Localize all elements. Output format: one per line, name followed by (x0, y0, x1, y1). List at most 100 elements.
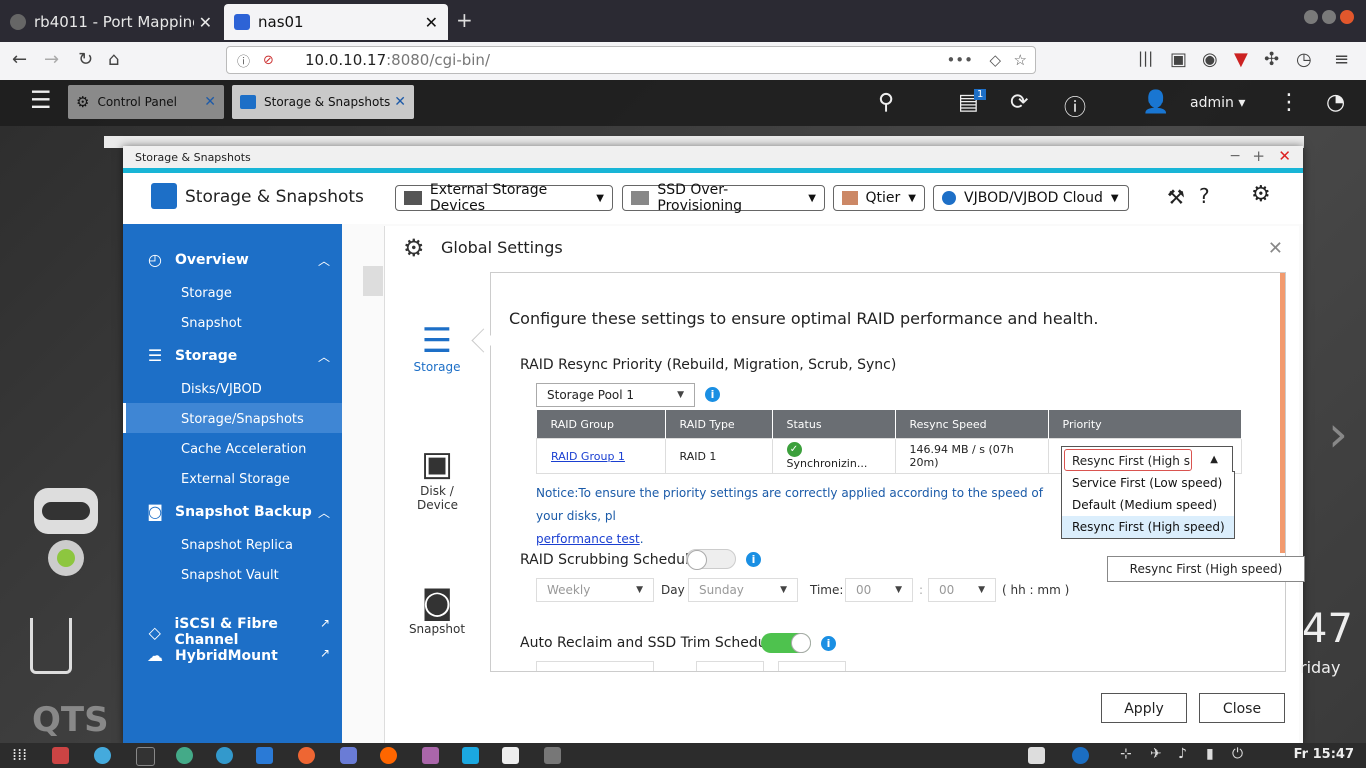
close-icon[interactable]: ✕ (1278, 147, 1291, 165)
scrubbing-toggle[interactable] (686, 549, 736, 570)
qtier-button[interactable]: Qtier ▼ (833, 185, 925, 211)
browser-tab-rb4011[interactable]: rb4011 - Port Mapping a ✕ (0, 4, 222, 40)
close-icon[interactable]: ✕ (199, 13, 212, 32)
extension-timer-icon[interactable]: ◷ (1296, 49, 1312, 70)
close-icon[interactable]: ✕ (204, 94, 216, 110)
chevron-right-icon[interactable]: › (1328, 405, 1348, 463)
sidebar-item-storage[interactable]: Storage (181, 286, 232, 301)
priority-option-medium[interactable]: Default (Medium speed) (1062, 494, 1234, 516)
scrub-frequency-select[interactable]: Weekly ▼ (536, 578, 654, 602)
search-icon[interactable]: ⚲ (878, 90, 894, 115)
vscode-icon[interactable] (256, 747, 273, 764)
sidebar-item-storage-snapshots[interactable]: Storage/Snapshots (181, 412, 304, 427)
minimize-icon[interactable]: − (1229, 148, 1241, 164)
trim-toggle[interactable] (761, 633, 811, 653)
sidebar-item-vault[interactable]: Snapshot Vault (181, 568, 279, 583)
page-actions-icon[interactable]: ••• (946, 51, 973, 69)
qts-tab-control-panel[interactable]: ⚙ Control Panel ✕ (68, 85, 224, 119)
info-icon[interactable]: i (746, 552, 761, 567)
bookmark-star-icon[interactable]: ☆ (1014, 51, 1027, 69)
forward-icon[interactable]: → (44, 49, 59, 70)
taskbar-app-icon[interactable] (422, 747, 439, 764)
info-icon[interactable]: ⓘ (1064, 90, 1086, 122)
taskbar-app-icon[interactable] (216, 747, 233, 764)
new-tab-icon[interactable]: + (456, 8, 473, 32)
chevron-up-icon[interactable]: ︿ (318, 348, 330, 365)
priority-option-high[interactable]: Resync First (High speed) (1062, 516, 1234, 538)
user-icon[interactable]: 👤 (1142, 90, 1169, 115)
back-icon[interactable]: ← (12, 49, 27, 70)
raid-group-link[interactable]: RAID Group 1 (536, 438, 666, 474)
menu-icon[interactable]: ≡ (1334, 49, 1349, 70)
extension-icon[interactable]: ✣ (1264, 49, 1279, 70)
trim-frequency-select[interactable] (536, 661, 654, 671)
sidebar-icon[interactable]: ▣ (1170, 49, 1187, 70)
sidebar-item-snapshot[interactable]: Snapshot (181, 316, 242, 331)
scrub-day-select[interactable]: Sunday ▼ (688, 578, 798, 602)
priority-option-low[interactable]: Service First (Low speed) (1062, 472, 1234, 494)
storage-pool-select[interactable]: Storage Pool 1 ▼ (536, 383, 695, 407)
text-editor-icon[interactable] (502, 747, 519, 764)
more-options-icon[interactable]: ⋮ (1278, 90, 1300, 115)
diagnostic-icon[interactable]: ⚒ (1167, 185, 1185, 209)
dialog-nav-storage[interactable]: ☰ Storage (405, 322, 469, 374)
sidebar-hybridmount[interactable]: ☁ HybridMount (145, 646, 278, 665)
sidebar-item-cache[interactable]: Cache Acceleration (181, 442, 306, 457)
account-icon[interactable]: ◉ (1202, 49, 1218, 70)
firefox-icon[interactable] (380, 747, 397, 764)
taskbar-app-icon[interactable] (52, 747, 69, 764)
maximize-window-icon[interactable] (1322, 10, 1336, 24)
apply-button[interactable]: Apply (1101, 693, 1187, 723)
info-icon[interactable]: ⓘ (237, 51, 250, 70)
skype-icon[interactable] (462, 747, 479, 764)
info-icon[interactable]: i (705, 387, 720, 402)
sidebar-storage[interactable]: ☰ Storage (145, 346, 237, 365)
user-menu[interactable]: admin ▾ (1190, 95, 1245, 111)
scrollbar[interactable] (1280, 273, 1285, 553)
info-icon[interactable]: i (821, 636, 836, 651)
extension-vivaldi-icon[interactable]: ▼ (1234, 49, 1248, 70)
dialog-nav-snapshot[interactable]: ◙ Snapshot (405, 582, 469, 636)
shield-icon[interactable] (1028, 747, 1045, 764)
taskbar-app-icon[interactable] (298, 747, 315, 764)
performance-test-link[interactable]: performance test (536, 532, 640, 546)
close-icon[interactable]: ✕ (425, 13, 438, 32)
scrub-hour-select[interactable]: 00 ▼ (845, 578, 913, 602)
pocket-icon[interactable]: ◇ (989, 51, 1001, 69)
sidebar-item-external[interactable]: External Storage (181, 472, 290, 487)
maximize-icon[interactable]: + (1252, 147, 1265, 165)
settings-gear-icon[interactable]: ⚙ (1251, 182, 1271, 207)
taskbar-app-icon[interactable] (94, 747, 111, 764)
chrome-icon[interactable] (176, 747, 193, 764)
external-device-icon[interactable]: ⟳ (1010, 90, 1028, 115)
external-link-icon[interactable]: ↗ (320, 646, 330, 660)
library-icon[interactable]: ||| (1138, 49, 1153, 67)
sidebar-item-disks[interactable]: Disks/VJBOD (181, 382, 262, 397)
network-icon[interactable]: ⊹ (1120, 746, 1132, 762)
chevron-up-icon[interactable]: ︿ (318, 252, 330, 269)
dialog-nav-disk-device[interactable]: ▣ Disk / Device (405, 444, 469, 512)
discord-icon[interactable] (340, 747, 357, 764)
scrub-minute-select[interactable]: 00 ▼ (928, 578, 996, 602)
qts-assistant-robot-icon[interactable] (26, 488, 106, 584)
trash-icon[interactable] (30, 618, 72, 674)
battery-icon[interactable]: ▮ (1206, 746, 1214, 762)
trim-hour-select[interactable] (696, 661, 764, 671)
priority-select[interactable]: Resync First (High speed) ▲ (1061, 446, 1233, 472)
url-bar[interactable]: ⓘ ⊘ 10.0.10.17:8080/cgi-bin/ ••• ◇ ☆ (226, 46, 1036, 74)
minimize-window-icon[interactable] (1304, 10, 1318, 24)
sidebar-overview[interactable]: ◴ Overview (145, 250, 249, 269)
sidebar-iscsi[interactable]: ◇ iSCSI & Fibre Channel (145, 616, 342, 648)
home-icon[interactable]: ⌂ (108, 49, 119, 70)
chevron-up-icon[interactable]: ︿ (318, 504, 330, 521)
qts-tab-storage-snapshots[interactable]: Storage & Snapshots ✕ (232, 85, 414, 119)
close-icon[interactable]: ✕ (1268, 238, 1283, 259)
close-window-icon[interactable] (1340, 10, 1354, 24)
external-storage-devices-button[interactable]: External Storage Devices ▼ (395, 182, 613, 214)
dashboard-icon[interactable]: ◔ (1326, 90, 1345, 115)
volume-icon[interactable]: ♪ (1178, 746, 1187, 762)
power-icon[interactable]: ⏻ (1232, 746, 1243, 762)
terminal-icon[interactable] (136, 747, 155, 766)
external-link-icon[interactable]: ↗ (320, 616, 330, 630)
main-menu-icon[interactable]: ☰ (30, 86, 52, 114)
